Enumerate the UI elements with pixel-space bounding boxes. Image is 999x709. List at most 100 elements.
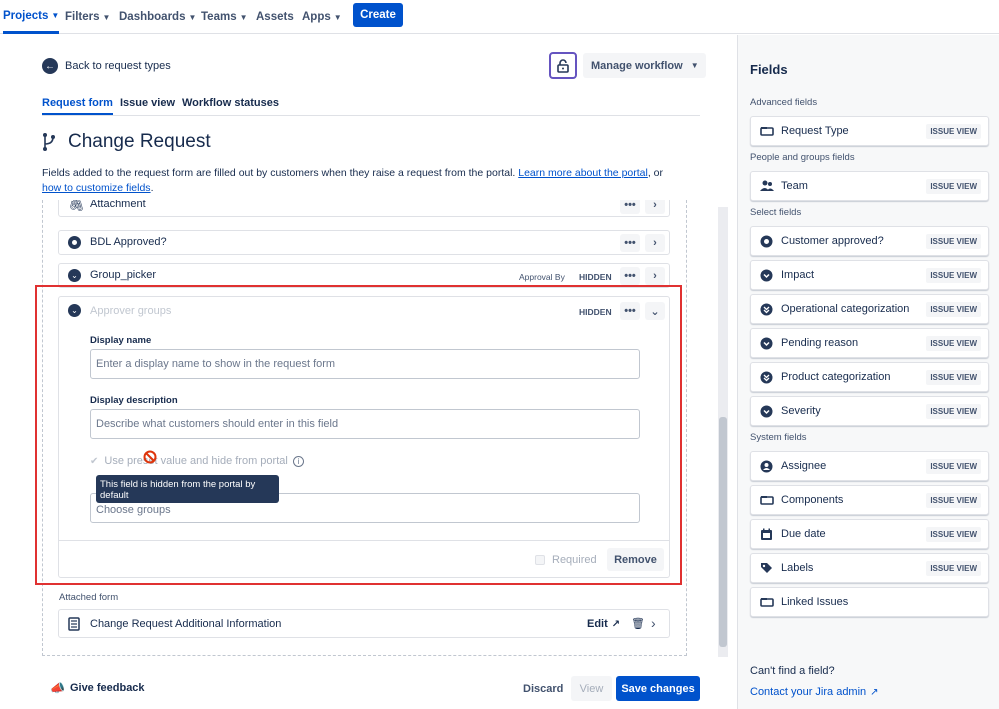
description-text-2: , or — [647, 167, 664, 179]
tab-workflow-statuses[interactable]: Workflow statuses — [182, 97, 279, 109]
trash-icon[interactable]: 🗑 — [631, 617, 645, 630]
edit-label: Edit — [587, 618, 608, 630]
back-link[interactable]: ← Back to request types — [42, 58, 171, 74]
sidebar-field-card[interactable]: Customer approved? ISSUE VIEW — [750, 226, 989, 256]
nav-assets[interactable]: Assets — [256, 0, 294, 34]
customize-fields-link[interactable]: how to customize fields — [42, 182, 151, 194]
required-checkbox[interactable] — [535, 555, 545, 565]
sidebar-field-card[interactable]: Components ISSUE VIEW — [750, 485, 989, 515]
nav-apps-label: Apps — [302, 11, 331, 23]
learn-more-link[interactable]: Learn more about the portal — [518, 167, 648, 179]
nav-filters[interactable]: Filters ▼ — [65, 0, 110, 34]
sidebar-field-card[interactable]: Product categorization ISSUE VIEW — [750, 362, 989, 392]
sidebar-field-card[interactable]: Severity ISSUE VIEW — [750, 396, 989, 426]
sidebar-field-label: Linked Issues — [781, 596, 849, 608]
chevron-right-icon[interactable]: › — [651, 615, 656, 631]
page-title-row: Change Request — [42, 131, 211, 153]
scrollbar-track[interactable] — [718, 207, 728, 657]
nav-teams[interactable]: Teams ▼ — [201, 0, 248, 34]
sidebar-field-card[interactable]: Request Type ISSUE VIEW — [750, 116, 989, 146]
field-row-label: Group_picker — [90, 269, 157, 281]
page-description: Fields added to the request form are fil… — [42, 166, 702, 196]
give-feedback-button[interactable]: 📣 Give feedback — [50, 681, 145, 695]
edit-form-link[interactable]: Edit ↗ — [587, 618, 620, 630]
required-checkbox-row[interactable]: Required — [535, 554, 597, 566]
description-text: Fields added to the request form are fil… — [42, 167, 519, 179]
manage-workflow-button[interactable]: Manage workflow ▼ — [583, 53, 706, 78]
chevron-right-button[interactable]: › — [645, 267, 665, 285]
sidebar-field-label: Team — [781, 180, 808, 192]
arrow-left-icon: ← — [42, 58, 58, 74]
chevron-down-icon: ▼ — [188, 12, 197, 22]
sidebar-field-card[interactable]: Pending reason ISSUE VIEW — [750, 328, 989, 358]
more-actions-button[interactable]: ••• — [620, 267, 640, 285]
field-row-label: BDL Approved? — [90, 236, 167, 248]
lock-button[interactable] — [549, 52, 577, 79]
field-row-bdl-approved[interactable]: BDL Approved? ••• › — [58, 230, 670, 255]
sidebar-field-label: Assignee — [781, 460, 827, 472]
discard-button[interactable]: Discard — [523, 683, 563, 695]
create-button[interactable]: Create — [353, 3, 403, 27]
issue-view-badge: ISSUE VIEW — [926, 179, 981, 194]
chevron-down-icon: ▼ — [690, 61, 699, 70]
display-name-label: Display name — [90, 335, 152, 346]
chevron-right-button[interactable]: › — [645, 200, 665, 214]
external-link-icon: ↗ — [870, 686, 879, 698]
more-actions-button[interactable]: ••• — [620, 200, 640, 214]
sidebar-group-heading: Advanced fields — [750, 97, 818, 108]
attached-form-row[interactable]: Change Request Additional Information Ed… — [58, 609, 670, 638]
tab-bar: Request form Issue view Workflow statuse… — [42, 97, 700, 116]
field-row-attachment[interactable]: 🖇 Attachment ••• › — [58, 200, 670, 217]
scrollbar-thumb[interactable] — [719, 417, 727, 647]
issue-view-badge: ISSUE VIEW — [926, 493, 981, 508]
issue-view-badge: ISSUE VIEW — [926, 527, 981, 542]
tab-issue-view[interactable]: Issue view — [120, 97, 175, 109]
more-actions-button[interactable]: ••• — [620, 234, 640, 252]
chevron-right-button[interactable]: › — [645, 234, 665, 252]
collapse-button[interactable]: ⌄ — [645, 302, 665, 320]
sidebar-field-label: Due date — [781, 528, 826, 540]
sidebar-field-label: Product categorization — [781, 371, 891, 383]
display-name-input[interactable]: Enter a display name to show in the requ… — [90, 349, 640, 379]
attached-form-name: Change Request Additional Information — [90, 618, 282, 630]
fields-sidebar: Fields Advanced fields Request Type ISSUE … — [737, 35, 999, 709]
sidebar-field-card[interactable]: Linked Issues — [750, 587, 989, 617]
feedback-label: Give feedback — [69, 682, 145, 694]
preset-value-checkbox-row[interactable]: ✔ Use preset value and hide from portal … — [90, 455, 304, 467]
sidebar-field-card[interactable]: Team ISSUE VIEW — [750, 171, 989, 201]
sidebar-group-heading: Select fields — [750, 207, 802, 218]
more-actions-button[interactable]: ••• — [620, 302, 640, 320]
nav-dashboards[interactable]: Dashboards ▼ — [119, 0, 196, 34]
lock-icon — [557, 58, 569, 73]
display-description-input[interactable]: Describe what customers should enter in … — [90, 409, 640, 439]
sidebar-field-card[interactable]: Operational categorization ISSUE VIEW — [750, 294, 989, 324]
field-row-group-picker[interactable]: ⌄ Group_picker Approval By HIDDEN ••• › — [58, 263, 670, 288]
tooltip: This field is hidden from the portal by … — [96, 475, 279, 503]
view-button[interactable]: View — [571, 676, 612, 701]
checkbox-checked-icon[interactable]: ✔ — [90, 456, 98, 467]
issue-view-badge: ISSUE VIEW — [926, 561, 981, 576]
remove-button[interactable]: Remove — [607, 548, 664, 571]
sidebar-field-card[interactable]: Due date ISSUE VIEW — [750, 519, 989, 549]
tag-icon — [760, 562, 772, 574]
tab-request-form[interactable]: Request form — [42, 97, 113, 115]
nav-teams-label: Teams — [201, 11, 237, 23]
groups-placeholder: Choose groups — [96, 504, 171, 516]
preset-checkbox-label: Use preset value and hide from portal — [104, 455, 288, 467]
sidebar-field-label: Customer approved? — [781, 235, 884, 247]
issue-view-badge: ISSUE VIEW — [926, 459, 981, 474]
contact-admin-label: Contact your Jira admin — [750, 686, 867, 698]
attachment-row-clip: 🖇 Attachment ••• › — [58, 200, 670, 217]
sidebar-field-card[interactable]: Impact ISSUE VIEW — [750, 260, 989, 290]
save-changes-button[interactable]: Save changes — [616, 676, 700, 701]
info-icon[interactable]: i — [292, 455, 304, 467]
nav-dashboards-label: Dashboards — [119, 11, 186, 23]
contact-admin-link[interactable]: Contact your Jira admin ↗ — [750, 686, 879, 698]
sidebar-field-card[interactable]: Labels ISSUE VIEW — [750, 553, 989, 583]
issue-view-badge: ISSUE VIEW — [926, 268, 981, 283]
nav-projects[interactable]: Projects ▼ — [3, 0, 60, 34]
issue-view-badge: ISSUE VIEW — [926, 370, 981, 385]
calendar-icon — [760, 528, 772, 540]
sidebar-field-card[interactable]: Assignee ISSUE VIEW — [750, 451, 989, 481]
nav-apps[interactable]: Apps ▼ — [302, 0, 342, 34]
